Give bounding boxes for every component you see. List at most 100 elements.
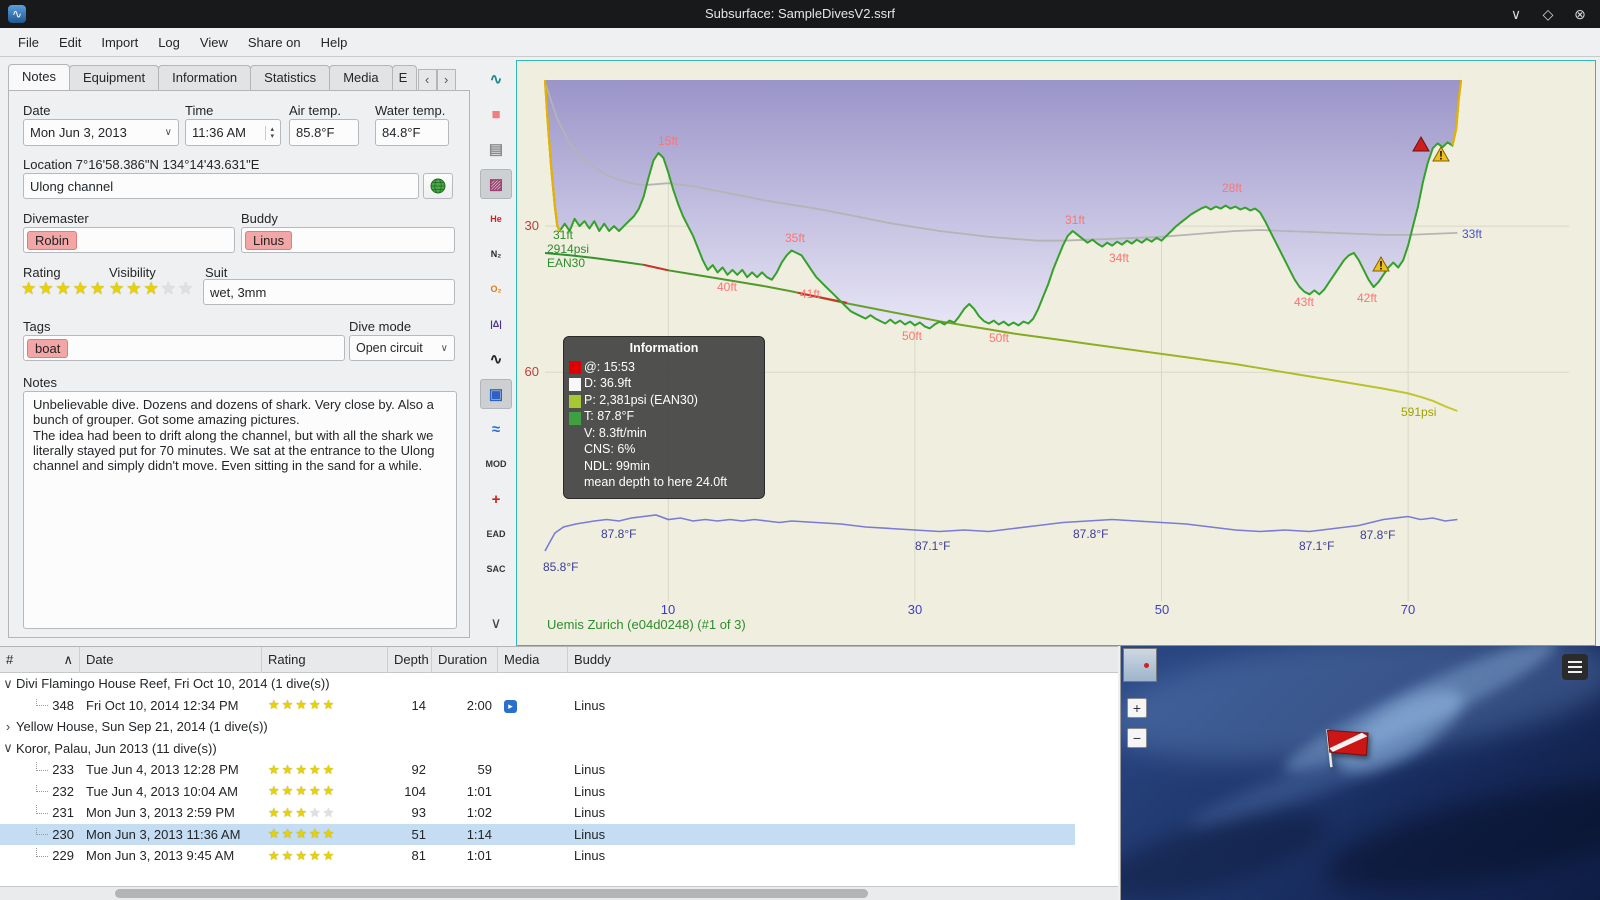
notes-textarea[interactable]: Unbelievable dive. Dozens and dozens of … [23, 391, 457, 629]
menu-help[interactable]: Help [311, 30, 358, 55]
column-header-num[interactable]: # ∧ [0, 647, 80, 673]
trip-row[interactable]: › Yellow House, Sun Sep 21, 2014 (1 dive(… [0, 716, 1075, 738]
tab-scroll-left-icon[interactable]: ‹ [417, 69, 437, 91]
rating-stars-value[interactable]: ★★★★★ [21, 279, 107, 298]
hamburger-icon [1568, 661, 1582, 663]
dive-rating-stars[interactable]: ★★★★★ [268, 805, 336, 820]
dive-rating-stars[interactable]: ★★★★★ [268, 783, 336, 798]
scrollbar-thumb[interactable] [115, 889, 868, 898]
toggle-deco-icon[interactable]: + [480, 484, 512, 514]
toggle-mod-icon[interactable]: MOD [480, 449, 512, 479]
star-icon: ★ [322, 804, 337, 820]
column-header-duration[interactable]: Duration [432, 647, 498, 673]
tab-statistics[interactable]: Statistics [250, 65, 331, 91]
menu-import[interactable]: Import [91, 30, 148, 55]
tab-notes[interactable]: Notes [8, 64, 70, 91]
suit-field[interactable]: wet, 3mm [203, 279, 455, 305]
dive-row[interactable]: 231 Mon Jun 3, 2013 2:59 PM ★★★★★ 93 1:02 Lin… [0, 802, 1075, 824]
toggle-ead-icon[interactable]: EAD [480, 519, 512, 549]
dive-row[interactable]: 348 Fri Oct 10, 2014 12:34 PM ★★★★★ 14 2:00 ▸… [0, 695, 1075, 717]
tab-scroll-right-icon[interactable]: › [436, 69, 456, 91]
dive-mode-combobox[interactable]: Open circuit ∨ [349, 335, 455, 361]
toggle-dc-ceiling-icon[interactable]: ■ [480, 99, 512, 129]
maximize-button[interactable]: ◇ [1538, 4, 1558, 24]
tags-field[interactable]: boat [23, 335, 345, 361]
menu-share-on[interactable]: Share on [238, 30, 311, 55]
toggle-gas-window-icon[interactable]: |Δ| [480, 309, 512, 339]
dive-depth: 92 [411, 762, 426, 778]
chevron-right-icon[interactable]: › [0, 719, 16, 734]
dive-flag-marker[interactable] [1321, 720, 1381, 776]
tab-equipment[interactable]: Equipment [68, 65, 160, 91]
map-globe-button[interactable] [423, 173, 453, 199]
dive-row[interactable]: 230 Mon Jun 3, 2013 11:36 AM ★★★★★ 51 1:14 Li… [0, 823, 1075, 845]
column-header-buddy[interactable]: Buddy [568, 647, 1118, 673]
menubar: File Edit Import Log View Share on Help [0, 28, 1600, 57]
divemaster-field[interactable]: Robin [23, 227, 235, 253]
menu-edit[interactable]: Edit [49, 30, 91, 55]
dive-rating-stars[interactable]: ★★★★★ [268, 762, 336, 777]
dive-rating-stars[interactable]: ★★★★★ [268, 848, 336, 863]
toggle-pp-he-icon[interactable]: He [480, 204, 512, 234]
chevron-down-icon[interactable]: ∨ [0, 676, 16, 692]
tab-information[interactable]: Information [158, 65, 252, 91]
dive-rating-stars[interactable]: ★★★★★ [268, 697, 336, 712]
rating-stars[interactable]: ★★★★★ [21, 279, 107, 299]
toggle-ceiling-3m-icon[interactable]: ▨ [480, 169, 512, 199]
trip-row[interactable]: ∨ Divi Flamingo House Reef, Fri Oct 10, 2… [0, 673, 1075, 695]
water-temp-field[interactable]: 84.8°F [375, 119, 449, 146]
time-spinbox[interactable]: 11:36 AM ▴ ▾ [185, 119, 281, 146]
divemaster-chip[interactable]: Robin [27, 230, 77, 250]
close-button[interactable]: ⊗ [1570, 4, 1590, 24]
star-icon: ★ [281, 826, 296, 842]
visibility-stars-value[interactable]: ★★★★★ [109, 279, 195, 298]
toggle-sac-icon[interactable]: SAC [480, 554, 512, 584]
shade-button[interactable]: ∨ [1506, 4, 1526, 24]
map-menu-button[interactable] [1562, 654, 1588, 680]
dive-buddy: Linus [574, 697, 606, 713]
chevron-down-icon[interactable]: ∨ [0, 740, 16, 756]
menu-log[interactable]: Log [148, 30, 190, 55]
toggle-tissues-icon[interactable]: ≈ [480, 414, 512, 444]
column-header-depth[interactable]: Depth [388, 647, 432, 673]
chart-label: 2914psi [547, 242, 589, 256]
dive-row[interactable]: 229 Mon Jun 3, 2013 9:45 AM ★★★★★ 81 1:01 Lin… [0, 845, 1075, 867]
column-header-rating[interactable]: Rating [262, 647, 388, 673]
zoom-in-button[interactable]: + [1127, 698, 1147, 718]
horizontal-scrollbar[interactable] [0, 886, 1118, 900]
zoom-out-button[interactable]: − [1127, 728, 1147, 748]
menu-file[interactable]: File [8, 30, 49, 55]
media-photo-icon[interactable]: ▸ [504, 699, 517, 713]
dive-row[interactable]: 232 Tue Jun 4, 2013 10:04 AM ★★★★★ 104 1:01 L… [0, 781, 1075, 803]
chart-label: 42ft [1357, 291, 1378, 305]
trip-row[interactable]: ∨ Koror, Palau, Jun 2013 (11 dive(s)) [0, 738, 1075, 760]
date-combobox[interactable]: Mon Jun 3, 2013 ∨ [23, 119, 179, 146]
menu-view[interactable]: View [190, 30, 238, 55]
tag-chip[interactable]: boat [27, 338, 69, 358]
map-panel[interactable]: + − [1120, 646, 1600, 900]
tab-e[interactable]: E [391, 65, 417, 91]
star-icon: ★ [281, 697, 296, 713]
map-overview-inset[interactable] [1123, 648, 1157, 682]
column-header-date[interactable]: Date [80, 647, 262, 673]
star-icon: ★ [308, 761, 323, 777]
tab-media[interactable]: Media [329, 65, 393, 91]
toggle-dive-mode-icon[interactable]: ∿ [480, 64, 512, 94]
visibility-stars[interactable]: ★★★★★ [109, 279, 195, 299]
dive-row[interactable]: 233 Tue Jun 4, 2013 12:28 PM ★★★★★ 92 59 Linu… [0, 759, 1075, 781]
spinner-icons[interactable]: ▴ ▾ [265, 125, 274, 140]
dive-rating-stars[interactable]: ★★★★★ [268, 826, 336, 841]
toggle-photos-icon[interactable]: ▣ [480, 379, 512, 409]
toggle-pp-n2-icon[interactable]: N₂ [480, 239, 512, 269]
toggle-heartrate-icon[interactable]: ∿ [480, 344, 512, 374]
location-field[interactable]: Ulong channel [23, 173, 419, 199]
air-temp-field[interactable]: 85.8°F [289, 119, 359, 146]
toggle-pp-o2-icon[interactable]: O₂ [480, 274, 512, 304]
dive-number: 348 [0, 697, 80, 713]
scroll-down-icon[interactable]: ∨ [480, 608, 512, 638]
infobox-line: P: 2,381psi (EAN30) [584, 392, 698, 407]
toggle-calc-ceiling-icon[interactable]: ▤ [480, 134, 512, 164]
column-header-media[interactable]: Media [498, 647, 568, 673]
buddy-chip[interactable]: Linus [245, 230, 293, 250]
buddy-field[interactable]: Linus [241, 227, 455, 253]
